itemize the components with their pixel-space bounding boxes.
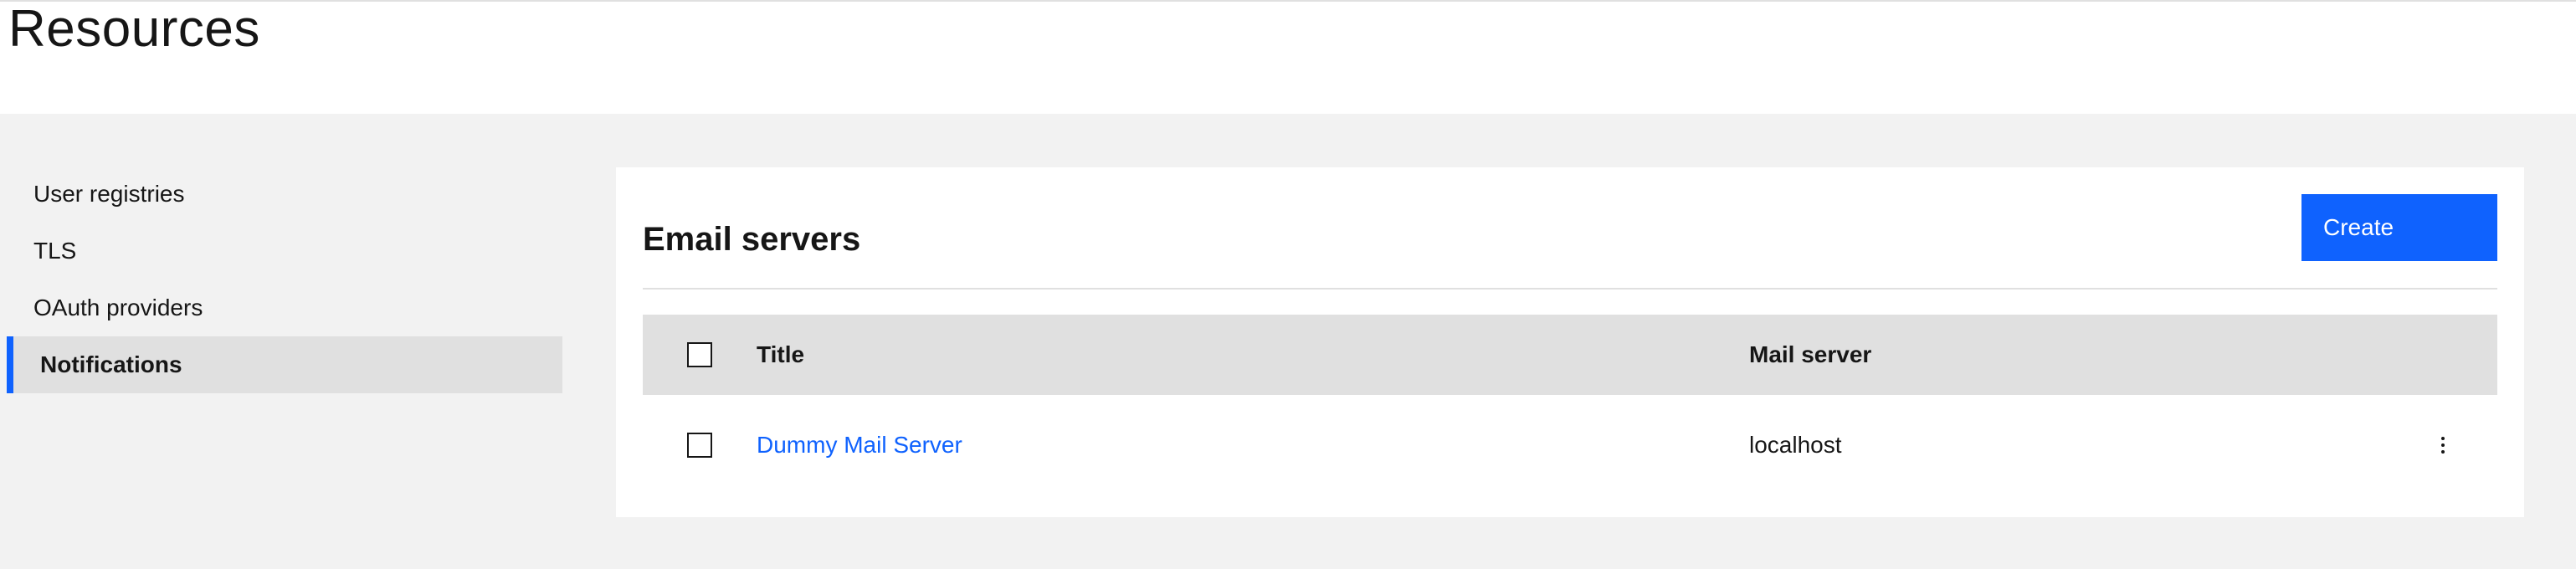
sidebar-item-label: TLS xyxy=(33,238,77,264)
select-all-checkbox[interactable] xyxy=(687,342,712,367)
sidebar: User registries TLS OAuth providers Noti… xyxy=(7,166,562,393)
sidebar-item-oauth-providers[interactable]: OAuth providers xyxy=(7,279,562,336)
email-server-title-link[interactable]: Dummy Mail Server xyxy=(757,432,962,458)
divider xyxy=(643,288,2497,290)
sidebar-item-label: Notifications xyxy=(40,351,182,377)
table-row: Dummy Mail Server localhost xyxy=(643,395,2497,495)
mail-server-value: localhost xyxy=(1749,432,1842,458)
page-title: Resources xyxy=(8,0,260,58)
sidebar-item-user-registries[interactable]: User registries xyxy=(7,166,562,223)
create-button[interactable]: Create xyxy=(2301,194,2497,261)
column-header-mail-server[interactable]: Mail server xyxy=(1749,341,2389,368)
sidebar-item-label: OAuth providers xyxy=(33,295,203,320)
section-title: Email servers xyxy=(643,221,861,258)
sidebar-item-label: User registries xyxy=(33,181,185,207)
overflow-menu-vertical-icon[interactable] xyxy=(2435,430,2451,460)
sidebar-item-tls[interactable]: TLS xyxy=(7,223,562,279)
table-header: Title Mail server xyxy=(643,315,2497,395)
sidebar-item-notifications[interactable]: Notifications xyxy=(7,336,562,393)
column-header-title[interactable]: Title xyxy=(757,341,1749,368)
row-checkbox[interactable] xyxy=(687,433,712,458)
email-servers-table: Title Mail server Dummy Mail Server loca… xyxy=(643,315,2497,495)
page-header: Resources xyxy=(0,0,2576,114)
email-servers-card: Email servers Create Title Mail server D… xyxy=(616,167,2524,517)
